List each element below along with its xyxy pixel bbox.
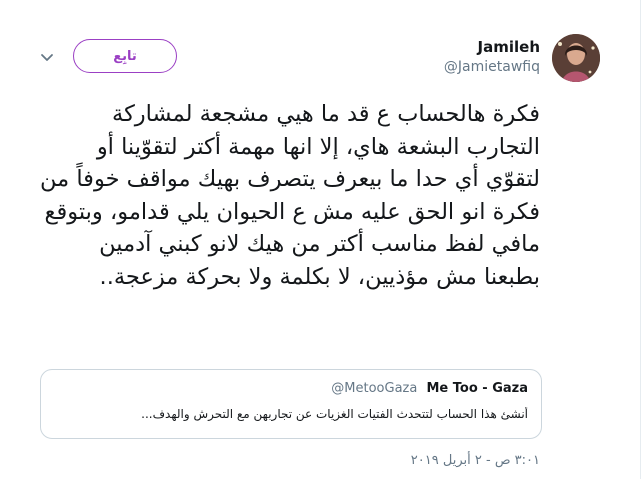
quoted-tweet-text: أنشئ هذا الحساب لتتحدث الفتيات الغزيات ع… bbox=[141, 407, 528, 421]
avatar-photo-icon bbox=[552, 34, 600, 82]
author-handle[interactable]: @Jamietawfiq bbox=[444, 59, 540, 75]
author-avatar[interactable] bbox=[552, 34, 600, 82]
tweet-timestamp[interactable]: ٣:٠١ ص - ٢ أبريل ٢٠١٩ bbox=[411, 453, 540, 468]
tweet-body: فكرة هالحساب ع قد ما هيي مشجعة لمشاركة ا… bbox=[40, 101, 540, 290]
embedded-tweet: Jamileh @Jamietawfiq تابِع فكرة هالحساب … bbox=[0, 0, 641, 479]
quoted-tweet[interactable]: @MetooGaza Me Too - Gaza أنشئ هذا الحساب… bbox=[40, 369, 542, 439]
quoted-display-name: Me Too - Gaza bbox=[426, 381, 528, 396]
quoted-handle: @MetooGaza bbox=[331, 381, 418, 396]
chevron-down-icon[interactable] bbox=[39, 49, 55, 65]
quoted-tweet-header: @MetooGaza Me Too - Gaza bbox=[331, 381, 528, 396]
author-display-name[interactable]: Jamileh bbox=[478, 38, 540, 56]
follow-button[interactable]: تابِع bbox=[73, 39, 177, 73]
